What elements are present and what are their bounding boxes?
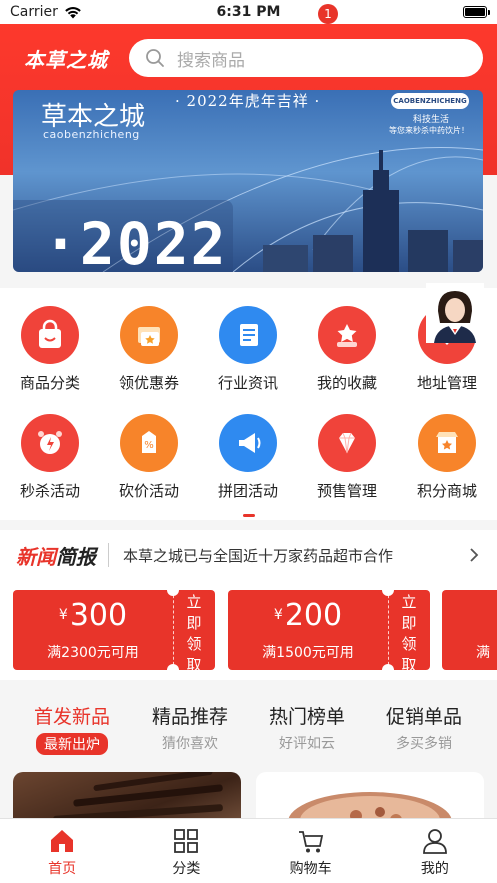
tabbar-label: 购物车 (289, 861, 332, 877)
cart-icon (298, 831, 323, 853)
price-tag-icon: % (120, 414, 178, 472)
tabbar-item-category[interactable]: 分类 (124, 819, 248, 883)
news-headline[interactable]: 本草之城已与全国近十万家药品超市合作 (123, 545, 467, 566)
tab-subtitle: 最新出炉 (36, 733, 108, 755)
coupon-card[interactable]: ¥200 满1500元可用 立即领取 (228, 584, 430, 676)
battery-icon (463, 6, 490, 18)
search-input[interactable]: 搜索商品 (129, 39, 483, 77)
home-icon (51, 830, 74, 852)
category-label: 拼团活动 (217, 482, 278, 500)
coupon-divider (173, 590, 174, 670)
category-label: 商品分类 (19, 374, 80, 392)
coupon-amount: ¥300 (58, 598, 128, 633)
banner-tag: CAOBENZHICHENG (391, 93, 469, 109)
tabbar-label: 首页 (48, 861, 77, 877)
category-grid: 商品分类 领优惠券 行业资讯 我的收藏 地址管理 秒杀活动 % 砍价活动 拼团活… (0, 288, 497, 520)
tab-subtitle: 猜你喜欢 (162, 736, 218, 752)
promo-banner[interactable]: 草本之城 caobenzhicheng · 2022年虎年吉祥 · CAOBEN… (13, 90, 483, 272)
tab-title: 热门榜单 (268, 706, 345, 728)
app-logo[interactable]: 本草之城 (24, 44, 129, 73)
news-ticker[interactable]: 新闻简报 本草之城已与全国近十万家药品超市合作 (0, 530, 497, 580)
document-icon (219, 306, 277, 364)
category-label: 我的收藏 (316, 374, 377, 392)
category-label: 地址管理 (416, 374, 477, 392)
carrier-label: Carrier (10, 4, 58, 20)
alarm-clock-icon (21, 414, 79, 472)
tab-new-arrivals[interactable]: 首发新品 最新出炉 (13, 702, 131, 755)
bottom-tab-bar: 首页 分类 购物车 我的 (0, 818, 497, 883)
coupon-strip: ¥300 满2300元可用 立即领取 ¥200 满1500元可用 立即领取 满 (0, 580, 497, 680)
coupon-condition: 满1500元可用 (262, 645, 354, 661)
search-icon (146, 49, 164, 67)
category-item[interactable]: 领优惠券 (104, 306, 194, 393)
news-divider (108, 543, 109, 567)
coupon-notch (382, 584, 394, 596)
category-label: 行业资讯 (217, 374, 278, 392)
diamond-icon (318, 414, 376, 472)
tab-promotions[interactable]: 促销单品 多买多销 (365, 702, 483, 753)
category-item[interactable]: 秒杀活动 (5, 414, 95, 501)
category-label: 砍价活动 (118, 482, 179, 500)
grid-icon (174, 829, 199, 853)
category-item[interactable]: 积分商城 (402, 414, 492, 501)
claim-coupon-button[interactable]: 立即领取 (398, 592, 420, 676)
chevron-right-icon[interactable] (467, 548, 481, 562)
category-item[interactable]: 我的收藏 (302, 306, 392, 393)
coupon-notch (382, 664, 394, 676)
category-item[interactable]: 商品分类 (5, 306, 95, 393)
coupon-card[interactable]: 满 (442, 590, 497, 670)
shopping-bag-icon (21, 306, 79, 364)
banner-year: ·2022 (43, 210, 228, 272)
category-label: 积分商城 (416, 482, 477, 500)
megaphone-icon (219, 414, 277, 472)
tabbar-label: 分类 (172, 861, 201, 877)
banner-caption: 等您来秒杀中药饮片！ (389, 126, 469, 135)
search-placeholder: 搜索商品 (177, 50, 245, 71)
category-item[interactable]: % 砍价活动 (104, 414, 194, 501)
tab-title: 精品推荐 (151, 706, 228, 728)
tab-subtitle: 好评如云 (279, 736, 335, 752)
tabbar-label: 我的 (420, 861, 449, 877)
top-bar: 本草之城 搜索商品 (0, 36, 497, 80)
category-item[interactable]: 行业资讯 (203, 306, 293, 393)
tab-title: 促销单品 (385, 706, 462, 728)
category-label: 领优惠券 (118, 374, 179, 392)
coupon-notch (167, 664, 179, 676)
category-item[interactable]: 预售管理 (302, 414, 392, 501)
tab-recommended[interactable]: 精品推荐 猜你喜欢 (131, 702, 249, 753)
tabbar-item-home[interactable]: 首页 (0, 819, 124, 883)
news-logo: 新闻简报 (16, 544, 96, 569)
product-tabs: 首发新品 最新出炉 精品推荐 猜你喜欢 热门榜单 好评如云 促销单品 多买多销 (0, 690, 497, 770)
category-label: 预售管理 (316, 482, 377, 500)
coupon-condition: 满2300元可用 (47, 645, 139, 661)
banner-subtitle: 科技生活 (412, 115, 449, 125)
coupon-card[interactable]: ¥300 满2300元可用 立即领取 (13, 584, 215, 676)
banner-slogan: · 2022年虎年吉祥 · (175, 92, 321, 110)
user-icon (422, 829, 447, 854)
page-indicator (243, 514, 255, 517)
category-label: 秒杀活动 (19, 482, 80, 500)
cart-count-badge: 1 (318, 4, 338, 24)
tabbar-item-profile[interactable]: 我的 (373, 819, 497, 883)
svg-text:%: % (144, 440, 154, 451)
claim-coupon-button[interactable]: 立即领取 (183, 592, 205, 676)
star-hand-icon (318, 306, 376, 364)
coupon-icon (120, 306, 178, 364)
coupon-notch (167, 584, 179, 596)
status-bar: Carrier 6:31 PM (0, 0, 497, 24)
coupon-condition: 满 (476, 645, 490, 661)
tab-hot-list[interactable]: 热门榜单 好评如云 (248, 702, 366, 753)
category-item[interactable]: 拼团活动 (203, 414, 293, 501)
store-icon (418, 414, 476, 472)
coupon-amount: ¥200 (273, 598, 343, 633)
banner-pinyin: caobenzhicheng (43, 128, 140, 141)
coupon-divider (388, 590, 389, 670)
tab-subtitle: 多买多销 (396, 736, 452, 752)
wifi-icon (65, 6, 81, 18)
tab-title: 首发新品 (33, 706, 110, 728)
tabbar-item-cart[interactable]: 购物车 (249, 819, 373, 883)
customer-service-avatar[interactable] (426, 283, 484, 343)
